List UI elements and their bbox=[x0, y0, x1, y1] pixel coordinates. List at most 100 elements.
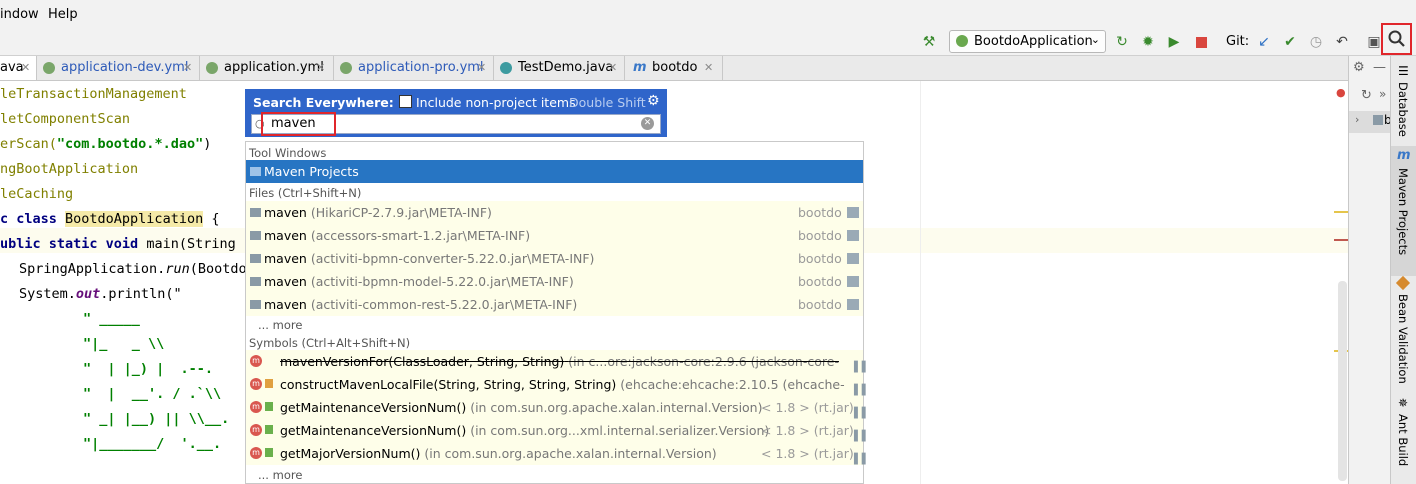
close-icon[interactable]: ✕ bbox=[608, 56, 617, 80]
item-location: (in com.sun.org...xml.internal.serialize… bbox=[470, 423, 770, 438]
folder-icon bbox=[250, 208, 261, 217]
build-hammer-icon[interactable]: ⚒ bbox=[920, 33, 938, 51]
code-line-15: "|_______/ '.__. bbox=[83, 436, 222, 452]
item-label: maven bbox=[264, 228, 307, 243]
expand-more-icon[interactable]: » bbox=[1379, 87, 1386, 101]
debug-bug-icon[interactable]: ✹ bbox=[1139, 33, 1157, 51]
close-icon[interactable]: ✕ bbox=[704, 56, 713, 80]
code-line-1: leTransactionManagement bbox=[0, 86, 187, 102]
item-label: mavenVersionFor(ClassLoader, String, Str… bbox=[280, 354, 565, 369]
clear-search-icon[interactable]: ✕ bbox=[641, 117, 654, 130]
tool-maven-label: Maven Projects bbox=[1396, 168, 1410, 256]
close-icon[interactable]: ✕ bbox=[477, 56, 486, 80]
minimize-icon[interactable]: — bbox=[1373, 60, 1386, 75]
code-line-5: leCaching bbox=[0, 186, 74, 202]
warning-stripe[interactable] bbox=[1334, 211, 1348, 213]
list-item[interactable]: maven (activiti-common-rest-5.22.0.jar\M… bbox=[246, 293, 863, 316]
code-line-11: "|_ _ \\ bbox=[83, 336, 165, 352]
chevron-right-icon[interactable]: › bbox=[1355, 113, 1359, 126]
tool-database[interactable]: ☰ Database bbox=[1391, 62, 1416, 142]
list-item-maven-projects[interactable]: Maven Projects bbox=[246, 160, 863, 183]
chevron-down-icon: ⌄ bbox=[1090, 33, 1100, 46]
java-class-icon bbox=[500, 62, 512, 74]
ant-icon: ✵ bbox=[1398, 396, 1409, 410]
list-item[interactable]: maven (accessors-smart-1.2.jar\META-INF)… bbox=[246, 224, 863, 247]
item-label: constructMavenLocalFile(String, String, … bbox=[280, 377, 617, 392]
tab-application-yml[interactable]: application.yml ✕ bbox=[200, 56, 334, 80]
module-icon bbox=[847, 230, 859, 241]
run-coverage-icon[interactable]: ▶ bbox=[1165, 33, 1183, 51]
folder-icon bbox=[250, 254, 261, 263]
item-module: bootdo bbox=[798, 228, 842, 243]
rerun-icon[interactable]: ↻ bbox=[1113, 33, 1131, 51]
db-tree-row[interactable]: › b bbox=[1349, 111, 1392, 133]
tab-application-pro-yml[interactable]: application-pro.yml ✕ bbox=[334, 56, 494, 80]
close-icon[interactable]: ✕ bbox=[183, 56, 192, 80]
tab-application-dev-yml[interactable]: application-dev.yml ✕ bbox=[37, 56, 200, 80]
list-item[interactable]: m getMaintenanceVersionNum() (in com.sun… bbox=[246, 419, 865, 442]
list-item[interactable]: maven (activiti-bpmn-model-5.22.0.jar\ME… bbox=[246, 270, 863, 293]
item-module: bootdo bbox=[798, 251, 842, 266]
folder-icon bbox=[250, 231, 261, 240]
error-marker-icon[interactable]: ● bbox=[1336, 86, 1346, 99]
more-files-link[interactable]: ... more bbox=[258, 318, 302, 332]
include-non-project-label[interactable]: Include non-project items bbox=[416, 95, 576, 110]
tab-bootdo[interactable]: m bootdo ✕ bbox=[625, 56, 723, 80]
git-label: Git: bbox=[1226, 34, 1250, 49]
history-clock-icon[interactable]: ◷ bbox=[1307, 33, 1325, 51]
code-line-4: ngBootApplication bbox=[0, 161, 139, 177]
gear-icon[interactable]: ⚙ bbox=[647, 93, 660, 109]
item-location: (accessors-smart-1.2.jar\META-INF) bbox=[310, 228, 531, 243]
list-item[interactable]: maven (HikariCP-2.7.9.jar\META-INF) boot… bbox=[246, 201, 863, 224]
code-line-14: " _| |__) || \\__. bbox=[83, 411, 230, 427]
gear-icon[interactable]: ⚙ bbox=[1353, 60, 1365, 75]
tool-ant-build[interactable]: ✵ Ant Build bbox=[1391, 396, 1416, 484]
code-line-10: " _____ bbox=[83, 311, 140, 327]
right-tool-strip: ☰ Database m Maven Projects Bean Validat… bbox=[1390, 56, 1416, 484]
revert-icon[interactable]: ↶ bbox=[1333, 33, 1351, 51]
search-everywhere-button[interactable] bbox=[1381, 23, 1412, 55]
item-label: maven bbox=[264, 251, 307, 266]
tool-maven-projects[interactable]: m Maven Projects bbox=[1391, 146, 1416, 276]
code-line-12: " | |_) | .--. bbox=[83, 361, 214, 377]
tool-database-label: Database bbox=[1396, 82, 1410, 137]
toolbar: ⚒ BootdoApplication ⌄ ↻ ✹ ▶ Git: ↙ ✔ ◷ ↶… bbox=[0, 28, 1416, 56]
database-icon: ☰ bbox=[1398, 64, 1409, 78]
code-line-8: SpringApplication.run(Bootdo bbox=[19, 261, 247, 277]
tool-bean-label: Bean Validation bbox=[1396, 294, 1410, 384]
list-item[interactable]: maven (activiti-bpmn-converter-5.22.0.ja… bbox=[246, 247, 863, 270]
search-input[interactable]: ○ maven ✕ bbox=[251, 112, 661, 136]
git-commit-check-icon[interactable]: ✔ bbox=[1281, 33, 1299, 51]
tool-bean-validation[interactable]: Bean Validation bbox=[1391, 275, 1416, 396]
search-everywhere-title: Search Everywhere: bbox=[253, 95, 394, 110]
code-line-6: c class BootdoApplication { bbox=[0, 211, 220, 227]
method-icon: m bbox=[250, 401, 262, 413]
list-item[interactable]: m getMaintenanceVersionNum() (in com.sun… bbox=[246, 396, 865, 419]
menu-window[interactable]: indow bbox=[0, 7, 39, 22]
method-icon: m bbox=[250, 378, 262, 390]
maven-m-icon: m bbox=[633, 60, 647, 75]
group-tool-windows: Tool Windows bbox=[249, 146, 327, 160]
item-module: bootdo bbox=[798, 297, 842, 312]
include-non-project-checkbox[interactable] bbox=[399, 95, 412, 108]
tab-java-active[interactable]: ava ✕ bbox=[0, 56, 37, 80]
stop-icon[interactable] bbox=[1196, 37, 1207, 48]
editor-scrollbar[interactable] bbox=[1338, 281, 1347, 481]
list-item[interactable]: m getMajorVersionNum() (in com.sun.org.a… bbox=[246, 442, 865, 465]
item-location: (in com.sun.org.apache.xalan.internal.Ve… bbox=[424, 446, 717, 461]
code-line-7: ublic static void main(String bbox=[0, 236, 236, 252]
item-label: Maven Projects bbox=[264, 164, 359, 179]
run-config-dropdown[interactable]: BootdoApplication ⌄ bbox=[949, 30, 1106, 53]
more-symbols-link[interactable]: ... more bbox=[258, 468, 302, 482]
error-stripe[interactable] bbox=[1334, 239, 1348, 241]
list-item[interactable]: m mavenVersionFor(ClassLoader, String, S… bbox=[246, 350, 865, 392]
search-icon bbox=[1388, 30, 1405, 47]
git-update-icon[interactable]: ↙ bbox=[1255, 33, 1273, 51]
search-query-text: maven bbox=[271, 116, 316, 131]
tab-testdemo-java[interactable]: TestDemo.java ✕ bbox=[494, 56, 625, 80]
close-icon[interactable]: ✕ bbox=[316, 56, 325, 80]
refresh-icon[interactable]: ↻ bbox=[1361, 88, 1372, 103]
close-icon[interactable]: ✕ bbox=[21, 56, 30, 80]
list-item[interactable]: m constructMavenLocalFile(String, String… bbox=[246, 373, 865, 415]
menu-help[interactable]: Help bbox=[48, 7, 78, 22]
